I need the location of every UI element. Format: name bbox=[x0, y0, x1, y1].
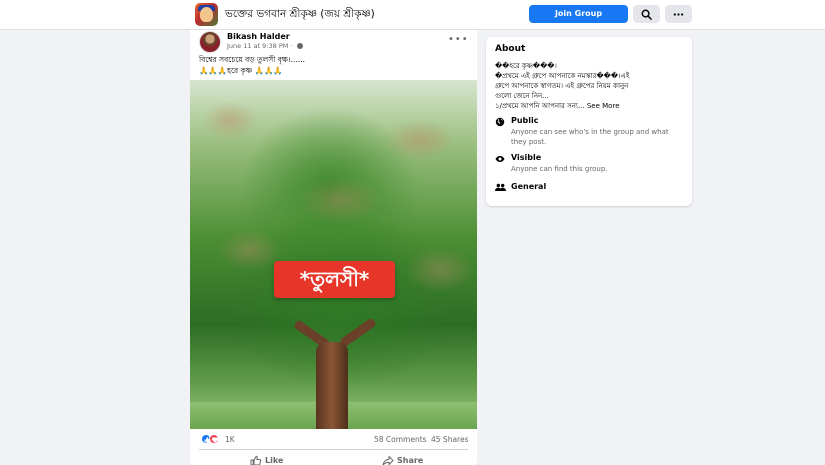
thumbs-up-icon bbox=[250, 455, 262, 465]
post-card: Bikash Halder June 11 at 9:38 PM · ••• ব… bbox=[190, 30, 477, 465]
group-avatar[interactable] bbox=[195, 3, 218, 26]
post-timestamp[interactable]: June 11 at 9:38 PM bbox=[227, 42, 288, 50]
tree-trunk bbox=[316, 342, 348, 429]
post-caption-line2: 🙏🙏🙏হরে কৃষ্ণ 🙏🙏🙏 bbox=[199, 66, 283, 75]
divider bbox=[199, 449, 468, 450]
author-avatar[interactable] bbox=[199, 31, 221, 53]
about-title: About bbox=[495, 44, 526, 54]
post-menu-button[interactable]: ••• bbox=[448, 34, 469, 45]
about-card: About ��হরে কৃষ্ণ���। �প্রথমে এই গ্রুপে … bbox=[486, 37, 692, 206]
pray-emoji: 🙏🙏🙏 bbox=[199, 66, 228, 75]
visibility-title: Visible bbox=[511, 153, 542, 162]
post-meta: June 11 at 9:38 PM · bbox=[227, 42, 303, 50]
share-button[interactable]: Share bbox=[382, 454, 442, 465]
search-icon bbox=[641, 9, 652, 20]
globe-icon bbox=[495, 117, 505, 127]
group-category-title: General bbox=[511, 182, 547, 191]
privacy-public-description: Anyone can see who's in the group and wh… bbox=[511, 128, 669, 146]
about-description-line: ১/প্রথমে আপনি আপনার সন্য... See More bbox=[495, 102, 620, 110]
comments-count[interactable]: 58 Comments bbox=[374, 435, 427, 444]
see-more-link[interactable]: See More bbox=[587, 102, 620, 110]
search-button[interactable] bbox=[633, 5, 660, 23]
share-icon bbox=[382, 456, 394, 465]
photo-tag-label: *তুলসী* bbox=[274, 261, 395, 298]
post-stats: 1K 58 Comments 45 Shares bbox=[190, 429, 477, 447]
visibility-description: Anyone can find this group. bbox=[511, 165, 608, 173]
more-options-button[interactable] bbox=[665, 5, 692, 23]
post-author[interactable]: Bikash Halder bbox=[227, 32, 290, 41]
tree-branch bbox=[339, 317, 377, 348]
like-button[interactable]: Like bbox=[250, 454, 310, 465]
pray-emoji: 🙏🙏🙏 bbox=[254, 66, 283, 75]
people-icon bbox=[495, 183, 506, 191]
more-icon bbox=[673, 13, 684, 16]
globe-icon bbox=[296, 43, 303, 49]
love-icon[interactable] bbox=[209, 434, 219, 444]
post-photo[interactable]: *তুলসী* bbox=[190, 80, 477, 429]
reaction-count[interactable]: 1K bbox=[225, 435, 235, 444]
eye-icon bbox=[495, 156, 505, 162]
shares-count[interactable]: 45 Shares bbox=[431, 435, 468, 444]
join-group-button[interactable]: Join Group bbox=[529, 5, 628, 23]
group-name[interactable]: ভক্তের ভগবান শ্রীকৃষ্ণ (জয় শ্রীকৃষ্ণ) bbox=[225, 7, 375, 24]
privacy-public-title: Public bbox=[511, 116, 539, 125]
group-header: ভক্তের ভগবান শ্রীকৃষ্ণ (জয় শ্রীকৃষ্ণ) J… bbox=[0, 0, 825, 30]
